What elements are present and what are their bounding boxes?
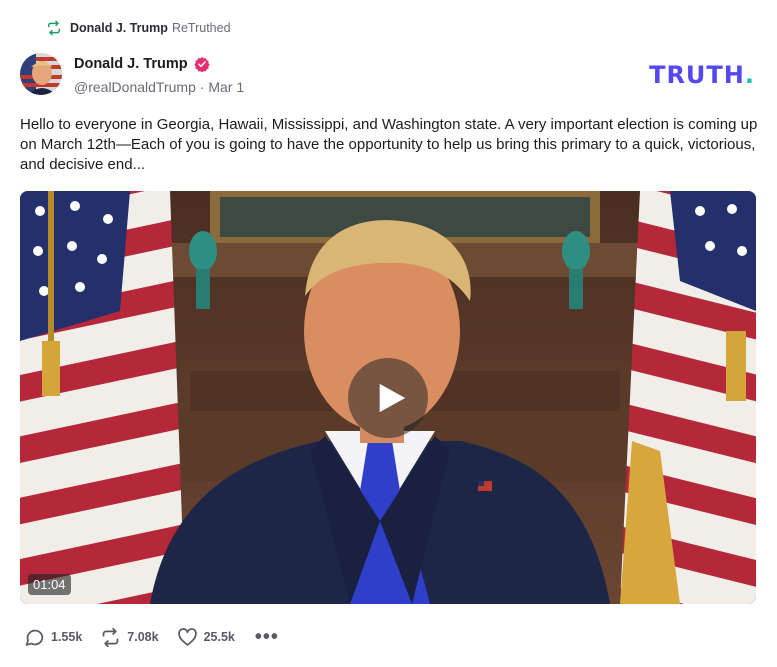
retruth-count: 7.08k bbox=[127, 630, 159, 644]
verified-badge-icon bbox=[193, 57, 210, 72]
like-button[interactable]: 25.5k bbox=[177, 627, 235, 648]
post-date[interactable]: Mar 1 bbox=[208, 79, 244, 95]
truth-social-logo[interactable]: TRUTH. bbox=[649, 61, 755, 89]
post-actions: 1.55k 7.08k 25.5k ••• bbox=[24, 624, 279, 650]
retruth-label: ReTruthed bbox=[171, 21, 231, 35]
play-button[interactable] bbox=[348, 358, 428, 438]
avatar[interactable] bbox=[20, 53, 62, 95]
retruth-bar: Donald J. Trump ReTruthed bbox=[46, 18, 231, 38]
more-options-button[interactable]: ••• bbox=[255, 627, 279, 647]
author-handle[interactable]: @realDonaldTrump bbox=[74, 79, 196, 95]
name-row: Donald J. Trump bbox=[74, 56, 210, 72]
retruth-icon bbox=[47, 20, 61, 36]
retruth-button[interactable]: 7.08k bbox=[100, 627, 159, 648]
avatar-image bbox=[20, 53, 62, 95]
logo-dot: . bbox=[744, 61, 755, 89]
meta-separator: · bbox=[199, 79, 205, 95]
video-player[interactable]: 01:04 bbox=[20, 191, 756, 604]
post-text: Hello to everyone in Georgia, Hawaii, Mi… bbox=[20, 116, 758, 173]
retruth-icon bbox=[102, 627, 119, 647]
video-duration: 01:04 bbox=[28, 574, 71, 595]
author-display-name[interactable]: Donald J. Trump bbox=[74, 56, 188, 72]
play-icon bbox=[379, 383, 406, 413]
handle-row: @realDonaldTrump · Mar 1 bbox=[74, 79, 244, 95]
reply-button[interactable]: 1.55k bbox=[24, 627, 82, 648]
like-count: 25.5k bbox=[203, 630, 235, 644]
logo-text: TRUTH bbox=[649, 61, 745, 89]
reply-count: 1.55k bbox=[51, 630, 83, 644]
comment-icon bbox=[25, 629, 44, 646]
retruth-author-name[interactable]: Donald J. Trump bbox=[70, 21, 168, 35]
post-header: Donald J. Trump @realDonaldTrump · Mar 1… bbox=[20, 53, 757, 99]
heart-icon bbox=[177, 627, 197, 646]
